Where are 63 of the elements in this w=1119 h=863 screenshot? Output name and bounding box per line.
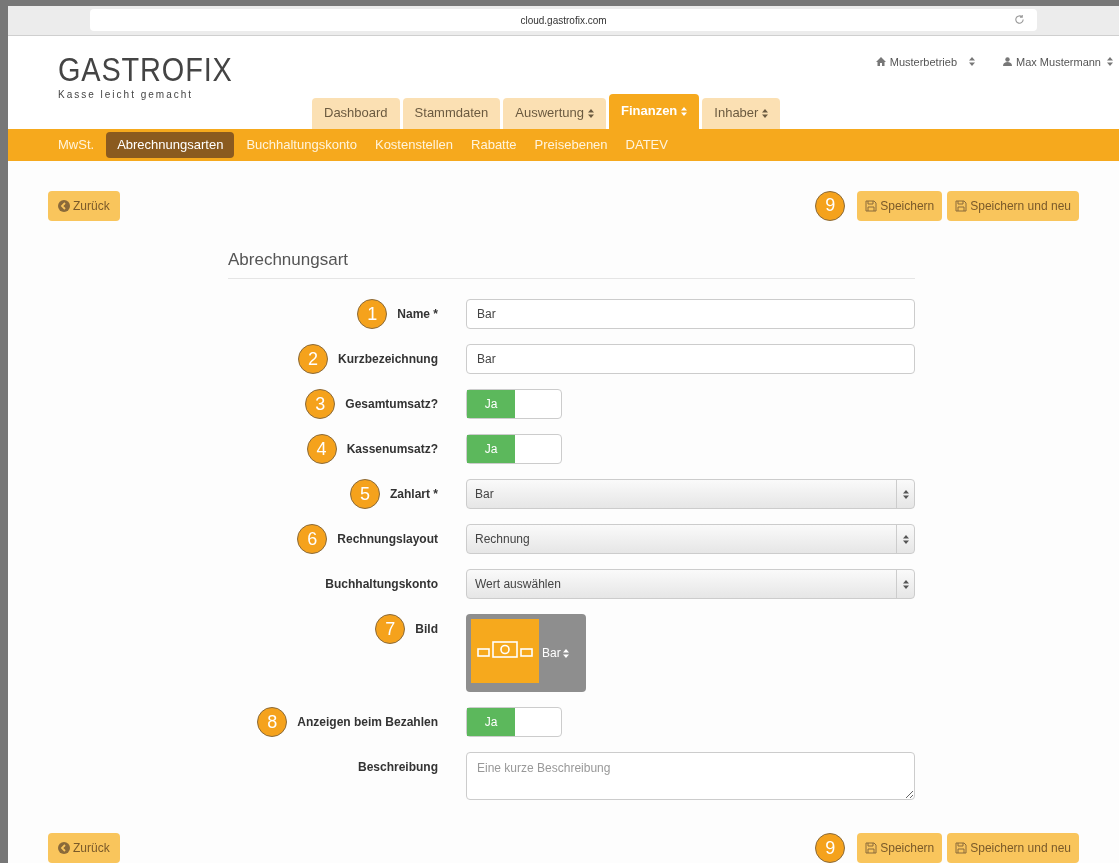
- back-icon: [58, 842, 70, 854]
- field-label: Zahlart *: [390, 486, 438, 503]
- toggle-switch[interactable]: Ja: [466, 389, 562, 419]
- field-label: Beschreibung: [358, 759, 438, 776]
- image-label: Bar: [542, 645, 561, 662]
- number-badge: 5: [350, 479, 380, 509]
- save-and-new-button[interactable]: Speichern und neu: [947, 190, 1079, 221]
- toggle-switch[interactable]: Ja: [466, 707, 562, 737]
- logo-text: GASTROFIX: [58, 51, 233, 86]
- subnav-tab[interactable]: Abrechnungsarten: [106, 131, 235, 158]
- save-button[interactable]: Speichern: [857, 833, 943, 863]
- field-label: Name *: [397, 306, 438, 323]
- field-label: Rechnungslayout: [337, 531, 438, 548]
- number-badge: 2: [298, 344, 328, 374]
- field-label: Bild: [415, 621, 438, 638]
- tagline: Kasse leicht gemacht: [58, 87, 195, 102]
- back-button[interactable]: Zurück: [48, 190, 120, 221]
- back-button[interactable]: Zurück: [48, 833, 120, 863]
- field-label: Gesamtumsatz?: [345, 396, 438, 413]
- sort-icon: [562, 648, 569, 658]
- save-icon: [865, 199, 878, 212]
- reload-icon[interactable]: [1014, 14, 1025, 26]
- number-badge: 9: [815, 190, 846, 221]
- number-badge: 4: [306, 434, 337, 464]
- sort-icon: [902, 534, 909, 544]
- save-icon: [865, 842, 878, 854]
- text-field[interactable]: Bar: [466, 299, 915, 329]
- sort-icon: [969, 57, 975, 67]
- select-field[interactable]: Wert auswählen: [466, 569, 915, 599]
- select-field[interactable]: Rechnung: [466, 524, 915, 554]
- nav-tab[interactable]: Inhaber: [702, 97, 781, 129]
- field-label: Buchhaltungskonto: [325, 576, 438, 593]
- number-badge: 3: [305, 389, 336, 419]
- field-label: Anzeigen beim Bezahlen: [297, 714, 438, 731]
- nav-tab[interactable]: Dashboard: [312, 97, 400, 129]
- toggle-switch[interactable]: Ja: [466, 434, 562, 464]
- number-badge: 7: [375, 614, 406, 644]
- save-icon: [955, 842, 968, 854]
- number-badge: 9: [815, 833, 846, 863]
- nav-tab[interactable]: Auswertung: [503, 97, 606, 129]
- text-field[interactable]: Bar: [466, 344, 915, 374]
- number-badge: 6: [297, 524, 328, 554]
- user-menu[interactable]: Max Mustermann: [1003, 53, 1113, 70]
- user-icon: [1003, 57, 1012, 67]
- field-label: Kassenumsatz?: [346, 441, 438, 458]
- number-badge: 1: [357, 299, 388, 329]
- home-icon: [875, 57, 886, 67]
- back-icon: [58, 199, 70, 212]
- nav-tab[interactable]: Stammdaten: [402, 97, 501, 129]
- business-menu[interactable]: Musterbetrieb: [875, 53, 975, 70]
- field-label: Kurzbezeichnung: [338, 351, 438, 368]
- sort-icon: [902, 579, 909, 589]
- form-title: Abrechnungsart: [228, 249, 349, 269]
- select-field[interactable]: Bar: [466, 479, 915, 509]
- save-icon: [955, 199, 968, 212]
- save-button[interactable]: Speichern: [857, 190, 943, 221]
- address-bar[interactable]: cloud.gastrofix.com: [90, 9, 1037, 32]
- image-picker[interactable]: Bar: [466, 614, 586, 692]
- number-badge: 8: [257, 707, 288, 737]
- sort-icon: [1107, 57, 1113, 67]
- description-field[interactable]: Eine kurze Beschreibung: [466, 752, 915, 800]
- sort-icon: [902, 489, 909, 499]
- save-and-new-button[interactable]: Speichern und neu: [947, 833, 1079, 863]
